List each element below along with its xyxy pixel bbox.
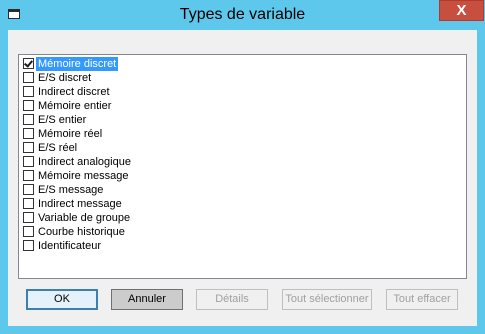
checkbox[interactable] [23,240,34,251]
dialog-body: Mémoire discret E/S discret Indirect dis… [8,30,477,326]
list-item-label: Courbe historique [38,226,125,238]
variable-type-list[interactable]: Mémoire discret E/S discret Indirect dis… [18,54,467,279]
list-item-label: E/S message [38,184,104,196]
list-item-label: Mémoire entier [38,100,112,112]
list-item-label: Indirect analogique [38,156,131,168]
checkbox[interactable] [23,226,34,237]
checkbox[interactable] [23,128,34,139]
checkbox[interactable] [23,114,34,125]
checkbox[interactable] [23,184,34,195]
checkbox[interactable] [23,170,34,181]
checkbox[interactable] [23,86,34,97]
list-item-label: E/S discret [38,72,92,84]
close-button[interactable]: X [439,0,484,21]
clear-all-button[interactable]: Tout effacer [386,289,458,310]
window-title: Types de variable [179,6,306,23]
title-bar[interactable]: Types de variable X [0,0,485,30]
checkbox[interactable] [23,142,34,153]
dialog-window: Types de variable X Mémoire discret E/S … [0,0,485,334]
checkbox[interactable] [23,100,34,111]
list-item-label: E/S réel [38,142,78,154]
list-item-label: Mémoire réel [38,128,103,140]
list-item-label: Mémoire message [38,170,129,182]
list-item-label: Mémoire discret [34,56,120,72]
list-item-label: Variable de groupe [38,212,131,224]
select-all-button[interactable]: Tout sélectionner [282,289,372,310]
checkbox[interactable] [23,156,34,167]
details-button[interactable]: Détails [196,289,268,310]
checkbox[interactable] [23,198,34,209]
list-item-label: Indirect discret [38,86,110,98]
checkbox[interactable] [23,212,34,223]
list-item-label: E/S entier [38,114,87,126]
cancel-button[interactable]: Annuler [111,289,183,310]
checkbox[interactable] [23,58,34,69]
ok-button[interactable]: OK [26,289,98,310]
list-item-label: Indirect message [38,198,122,210]
list-item-label: Identificateur [38,240,101,252]
checkbox[interactable] [23,72,34,83]
